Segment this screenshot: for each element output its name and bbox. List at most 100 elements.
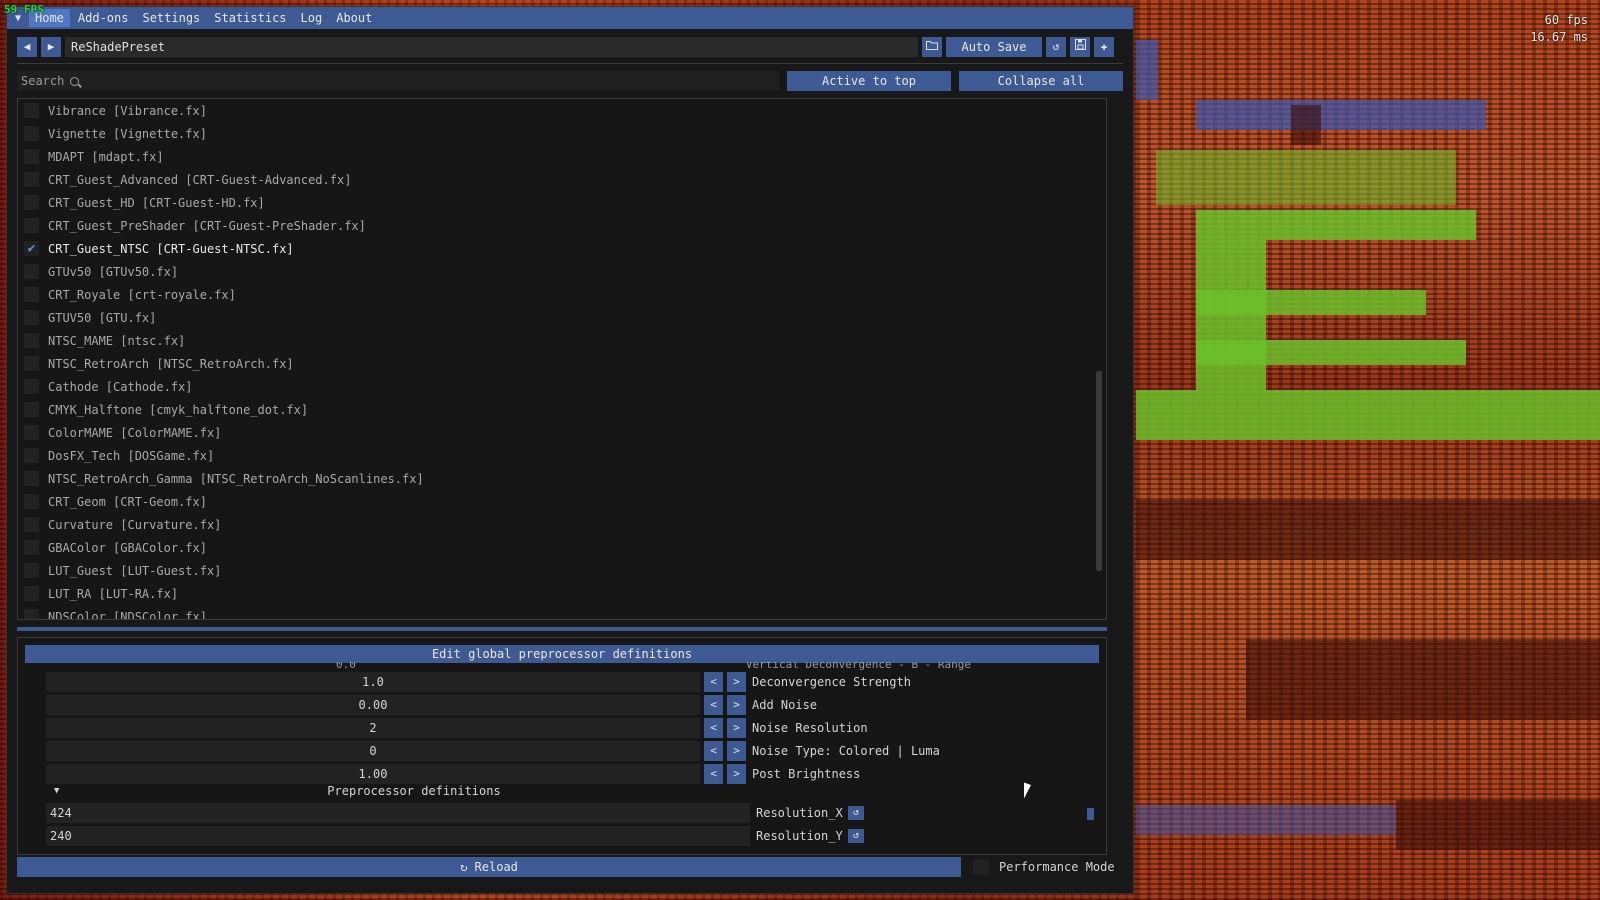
param-value[interactable]: 0	[46, 741, 700, 761]
effect-item[interactable]: NDSColor [NDSColor.fx]	[24, 605, 1086, 619]
search-placeholder: Search	[21, 74, 65, 88]
decrement-button[interactable]: <	[704, 764, 723, 784]
param-value[interactable]: 1.00	[46, 764, 700, 784]
effect-item[interactable]: GTUv50 [GTUv50.fx]	[24, 260, 1086, 283]
arrow-right-icon[interactable]: ▶	[41, 37, 61, 57]
effect-item[interactable]: Vibrance [Vibrance.fx]	[24, 99, 1086, 122]
increment-button[interactable]: >	[727, 695, 746, 715]
effect-checkbox[interactable]	[24, 287, 39, 302]
effect-item[interactable]: ✔ CRT_Guest_NTSC [CRT-Guest-NTSC.fx]	[24, 237, 1086, 260]
parameters-panel: Edit global preprocessor definitions 0.0…	[17, 637, 1107, 855]
effect-item[interactable]: GBAColor [GBAColor.fx]	[24, 536, 1086, 559]
effect-item[interactable]: ColorMAME [ColorMAME.fx]	[24, 421, 1086, 444]
effect-label: GTUv50 [GTUv50.fx]	[48, 264, 179, 279]
param-value[interactable]: 2	[46, 718, 700, 738]
effect-item[interactable]: NTSC_RetroArch [NTSC_RetroArch.fx]	[24, 352, 1086, 375]
effect-list-scrollbar[interactable]	[1096, 371, 1102, 571]
definition-value[interactable]: 424	[46, 803, 750, 823]
effect-checkbox[interactable]	[24, 448, 39, 463]
menu-settings[interactable]: Settings	[136, 9, 206, 27]
effect-checkbox[interactable]	[24, 149, 39, 164]
decrement-button[interactable]: <	[704, 718, 723, 738]
effect-item[interactable]: NTSC_RetroArch_Gamma [NTSC_RetroArch_NoS…	[24, 467, 1086, 490]
effect-checkbox[interactable]	[24, 563, 39, 578]
param-value[interactable]: 0.00	[46, 695, 700, 715]
reload-button[interactable]: ↻ Reload	[17, 857, 961, 877]
increment-button[interactable]: >	[727, 672, 746, 692]
menu-log[interactable]: Log	[295, 9, 329, 27]
preset-name-field[interactable]: ReShadePreset	[65, 37, 918, 57]
effect-checkbox[interactable]	[24, 494, 39, 509]
definition-value[interactable]: 240	[46, 826, 750, 846]
effect-label: CRT_Guest_PreShader [CRT-Guest-PreShader…	[48, 218, 366, 233]
decrement-button[interactable]: <	[704, 695, 723, 715]
menu-addons[interactable]: Add-ons	[72, 9, 135, 27]
param-value[interactable]: 1.0	[46, 672, 700, 692]
effect-item[interactable]: Cathode [Cathode.fx]	[24, 375, 1086, 398]
section-title: Preprocessor definitions	[327, 784, 501, 798]
reload-icon[interactable]: ↺	[1046, 37, 1066, 57]
effect-item[interactable]: NTSC_MAME [ntsc.fx]	[24, 329, 1086, 352]
collapse-all-button[interactable]: Collapse all	[959, 71, 1123, 91]
effect-checkbox[interactable]	[24, 517, 39, 532]
effect-checkbox[interactable]	[24, 609, 39, 619]
menu-about[interactable]: About	[330, 9, 378, 27]
arrow-left-icon[interactable]: ◀	[17, 37, 37, 57]
effect-item[interactable]: MDAPT [mdapt.fx]	[24, 145, 1086, 168]
effect-item[interactable]: CRT_Royale [crt-royale.fx]	[24, 283, 1086, 306]
effect-item[interactable]: GTUV50 [GTU.fx]	[24, 306, 1086, 329]
effect-checkbox[interactable]	[24, 333, 39, 348]
effect-label: NTSC_RetroArch [NTSC_RetroArch.fx]	[48, 356, 294, 371]
effect-item[interactable]: DosFX_Tech [DOSGame.fx]	[24, 444, 1086, 467]
effect-item[interactable]: CRT_Guest_PreShader [CRT-Guest-PreShader…	[24, 214, 1086, 237]
checkmark-icon[interactable]: ✔	[24, 241, 39, 256]
save-icon[interactable]	[1070, 37, 1090, 57]
effect-checkbox[interactable]	[24, 126, 39, 141]
effect-item[interactable]: CRT_Guest_Advanced [CRT-Guest-Advanced.f…	[24, 168, 1086, 191]
effect-checkbox[interactable]	[24, 172, 39, 187]
effect-checkbox[interactable]	[24, 586, 39, 601]
effect-label: CRT_Guest_HD [CRT-Guest-HD.fx]	[48, 195, 265, 210]
effect-label: LUT_Guest [LUT-Guest.fx]	[48, 563, 222, 578]
effect-label: CRT_Guest_Advanced [CRT-Guest-Advanced.f…	[48, 172, 352, 187]
effect-checkbox[interactable]	[24, 379, 39, 394]
panel-splitter[interactable]	[17, 627, 1107, 631]
menu-statistics[interactable]: Statistics	[208, 9, 292, 27]
effect-item[interactable]: LUT_Guest [LUT-Guest.fx]	[24, 559, 1086, 582]
effect-checkbox[interactable]	[24, 310, 39, 325]
auto-save-button[interactable]: Auto Save	[946, 37, 1042, 57]
increment-button[interactable]: >	[727, 741, 746, 761]
effect-item[interactable]: LUT_RA [LUT-RA.fx]	[24, 582, 1086, 605]
performance-mode-label: Performance Mode	[999, 860, 1115, 874]
decrement-button[interactable]: <	[704, 741, 723, 761]
effect-item[interactable]: CMYK_Halftone [cmyk_halftone_dot.fx]	[24, 398, 1086, 421]
effect-checkbox[interactable]	[24, 218, 39, 233]
reset-icon[interactable]: ↺	[848, 806, 864, 820]
plus-icon[interactable]: ✚	[1094, 37, 1114, 57]
effect-checkbox[interactable]	[24, 471, 39, 486]
effect-checkbox[interactable]	[24, 195, 39, 210]
performance-mode-checkbox[interactable]	[973, 859, 989, 875]
effect-checkbox[interactable]	[24, 264, 39, 279]
parameters-scrollbar[interactable]	[1087, 808, 1094, 820]
effect-item[interactable]: CRT_Guest_HD [CRT-Guest-HD.fx]	[24, 191, 1086, 214]
increment-button[interactable]: >	[727, 718, 746, 738]
effect-checkbox[interactable]	[24, 402, 39, 417]
folder-icon[interactable]	[922, 37, 942, 57]
search-input[interactable]: Search	[17, 71, 779, 91]
effect-label: DosFX_Tech [DOSGame.fx]	[48, 448, 215, 463]
effect-checkbox[interactable]	[24, 356, 39, 371]
decrement-button[interactable]: <	[704, 672, 723, 692]
increment-button[interactable]: >	[727, 764, 746, 784]
effect-item[interactable]: Vignette [Vignette.fx]	[24, 122, 1086, 145]
effect-label: Vignette [Vignette.fx]	[48, 126, 207, 141]
effect-item[interactable]: Curvature [Curvature.fx]	[24, 513, 1086, 536]
effect-item[interactable]: CRT_Geom [CRT-Geom.fx]	[24, 490, 1086, 513]
effect-checkbox[interactable]	[24, 425, 39, 440]
reset-icon[interactable]: ↺	[848, 829, 864, 843]
edit-preprocessor-button[interactable]: Edit global preprocessor definitions	[25, 645, 1099, 663]
preprocessor-section-header[interactable]: ▼ Preprocessor definitions	[54, 782, 754, 800]
effect-checkbox[interactable]	[24, 103, 39, 118]
active-to-top-button[interactable]: Active to top	[787, 71, 951, 91]
effect-checkbox[interactable]	[24, 540, 39, 555]
